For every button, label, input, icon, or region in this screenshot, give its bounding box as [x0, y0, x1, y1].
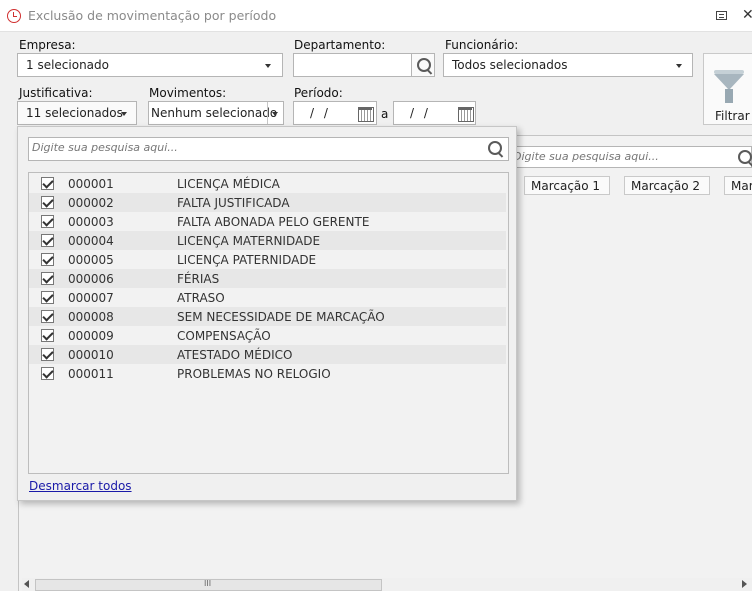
- item-code: 000006: [68, 272, 114, 286]
- item-code: 000007: [68, 291, 114, 305]
- calendar-icon[interactable]: [458, 107, 474, 122]
- item-code: 000011: [68, 367, 114, 381]
- periodo-label: Período:: [294, 86, 343, 100]
- justificativa-dropdown[interactable]: 11 selecionados: [17, 101, 137, 125]
- funcionario-value: Todos selecionados: [452, 58, 568, 72]
- list-item[interactable]: 000001 LICENÇA MÉDICA: [29, 174, 506, 193]
- grid-search-placeholder: Digite sua pesquisa aqui...: [513, 150, 659, 163]
- item-label: COMPENSAÇÃO: [177, 329, 271, 343]
- scroll-left-arrow-icon[interactable]: [24, 580, 29, 588]
- periodo-start-value: / /: [310, 106, 331, 120]
- justificativa-popup: Digite sua pesquisa aqui... 000001 LICEN…: [17, 126, 517, 501]
- funnel-icon: [714, 74, 744, 90]
- justificativa-list: 000001 LICENÇA MÉDICA 000002 FALTA JUSTI…: [28, 172, 509, 474]
- item-code: 000009: [68, 329, 114, 343]
- periodo-end-value: / /: [410, 106, 431, 120]
- filter-button-label: Filtrar: [715, 109, 750, 123]
- departamento-search-button[interactable]: [411, 53, 435, 77]
- dropdown-divider: [267, 102, 268, 124]
- grid-search-input[interactable]: Digite sua pesquisa aqui...: [506, 146, 752, 168]
- checkbox-checked[interactable]: [41, 310, 54, 323]
- item-label: ATESTADO MÉDICO: [177, 348, 293, 362]
- funcionario-label: Funcionário:: [445, 38, 519, 52]
- list-item[interactable]: 000003 FALTA ABONADA PELO GERENTE: [29, 212, 506, 231]
- checkbox-checked[interactable]: [41, 177, 54, 190]
- item-code: 000008: [68, 310, 114, 324]
- uncheck-all-link[interactable]: Desmarcar todos: [29, 479, 132, 493]
- list-item[interactable]: 000011 PROBLEMAS NO RELOGIO: [29, 364, 506, 383]
- item-code: 000001: [68, 177, 114, 191]
- scrollbar-grip: III: [204, 579, 212, 588]
- justificativa-label: Justificativa:: [19, 86, 93, 100]
- item-label: SEM NECESSIDADE DE MARCAÇÃO: [177, 310, 385, 324]
- movimentos-label: Movimentos:: [149, 86, 227, 100]
- item-code: 000005: [68, 253, 114, 267]
- item-label: ATRASO: [177, 291, 225, 305]
- search-icon[interactable]: [488, 141, 502, 155]
- departamento-input[interactable]: [293, 53, 412, 77]
- empresa-label: Empresa:: [19, 38, 76, 52]
- chevron-down-icon: [265, 64, 271, 68]
- checkbox-checked[interactable]: [41, 234, 54, 247]
- item-code: 000004: [68, 234, 114, 248]
- popup-search-input[interactable]: Digite sua pesquisa aqui...: [28, 137, 509, 161]
- funcionario-dropdown[interactable]: Todos selecionados: [443, 53, 693, 77]
- empresa-value: 1 selecionado: [26, 58, 109, 72]
- periodo-start-input[interactable]: / /: [293, 101, 377, 125]
- movimentos-value: Nenhum selecionado: [151, 106, 278, 120]
- funnel-icon-stem: [725, 89, 733, 103]
- departamento-label: Departamento:: [294, 38, 386, 52]
- window-title: Exclusão de movimentação por período: [28, 8, 277, 23]
- list-item[interactable]: 000006 FÉRIAS: [29, 269, 506, 288]
- item-code: 000002: [68, 196, 114, 210]
- list-item[interactable]: 000009 COMPENSAÇÃO: [29, 326, 506, 345]
- column-header-marcacao-2[interactable]: Marcação 2: [624, 176, 710, 195]
- movimentos-dropdown[interactable]: Nenhum selecionado: [148, 101, 284, 125]
- checkbox-checked[interactable]: [41, 272, 54, 285]
- checkbox-checked[interactable]: [41, 196, 54, 209]
- chevron-down-icon: [272, 112, 278, 116]
- item-label: LICENÇA MATERNIDADE: [177, 234, 321, 248]
- periodo-end-input[interactable]: / /: [393, 101, 476, 125]
- checkbox-checked[interactable]: [41, 253, 54, 266]
- checkbox-checked[interactable]: [41, 348, 54, 361]
- checkbox-checked[interactable]: [41, 291, 54, 304]
- checkbox-checked[interactable]: [41, 329, 54, 342]
- search-icon: [417, 58, 431, 72]
- item-label: FALTA ABONADA PELO GERENTE: [177, 215, 370, 229]
- list-item[interactable]: 000004 LICENÇA MATERNIDADE: [29, 231, 506, 250]
- search-icon[interactable]: [738, 150, 752, 164]
- calendar-icon[interactable]: [358, 107, 374, 122]
- item-label: PROBLEMAS NO RELOGIO: [177, 367, 331, 381]
- periodo-separator: a: [381, 107, 389, 121]
- list-item[interactable]: 000010 ATESTADO MÉDICO: [29, 345, 506, 364]
- list-item[interactable]: 000008 SEM NECESSIDADE DE MARCAÇÃO: [29, 307, 506, 326]
- item-label: LICENÇA PATERNIDADE: [177, 253, 317, 267]
- clock-icon: [7, 9, 21, 23]
- item-label: FALTA JUSTIFICADA: [177, 196, 290, 210]
- column-header-marcacao-1[interactable]: Marcação 1: [524, 176, 610, 195]
- chevron-down-icon: [121, 112, 127, 116]
- horizontal-scrollbar-thumb[interactable]: III: [35, 579, 382, 591]
- list-item[interactable]: 000002 FALTA JUSTIFICADA: [29, 193, 506, 212]
- item-code: 000010: [68, 348, 114, 362]
- list-item[interactable]: 000005 LICENÇA PATERNIDADE: [29, 250, 506, 269]
- empresa-dropdown[interactable]: 1 selecionado: [17, 53, 283, 77]
- item-code: 000003: [68, 215, 114, 229]
- item-label: LICENÇA MÉDICA: [177, 177, 280, 191]
- restore-window-icon[interactable]: [716, 11, 727, 20]
- popup-search-placeholder: Digite sua pesquisa aqui...: [32, 141, 178, 154]
- close-window-icon[interactable]: ✕: [742, 8, 752, 22]
- scroll-right-arrow-icon[interactable]: [742, 580, 747, 588]
- checkbox-checked[interactable]: [41, 367, 54, 380]
- column-header-marcacao-3[interactable]: Mar: [724, 176, 752, 195]
- list-item[interactable]: 000007 ATRASO: [29, 288, 506, 307]
- chevron-down-icon: [676, 64, 682, 68]
- item-label: FÉRIAS: [177, 272, 220, 286]
- filter-button[interactable]: Filtrar: [703, 53, 752, 125]
- checkbox-checked[interactable]: [41, 215, 54, 228]
- justificativa-value: 11 selecionados: [26, 106, 123, 120]
